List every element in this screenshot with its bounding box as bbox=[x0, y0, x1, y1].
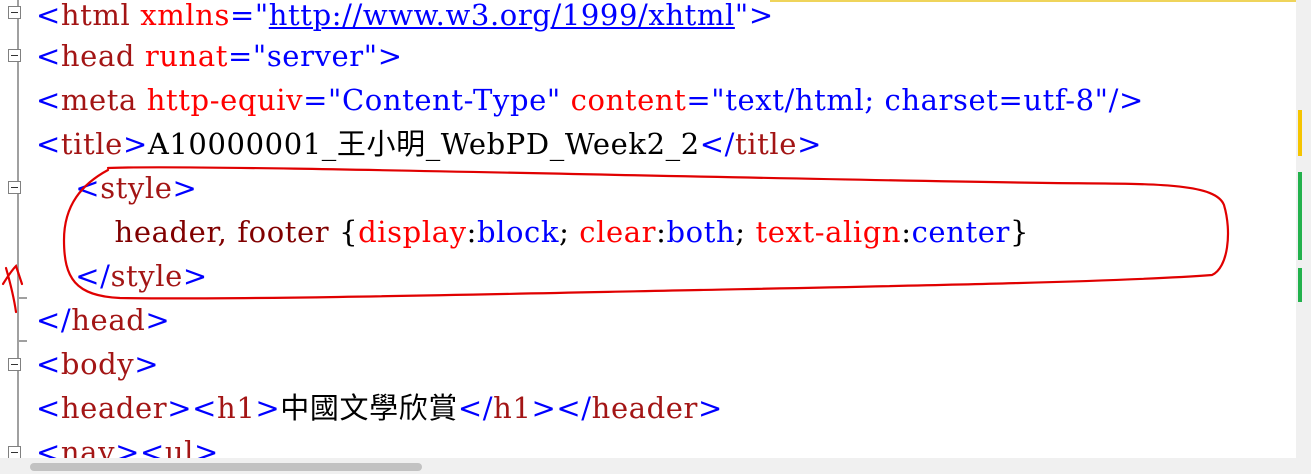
code-token: < bbox=[36, 391, 61, 425]
code-line-html[interactable]: <html xmlns="http://www.w3.org/1999/xhtm… bbox=[36, 0, 774, 37]
code-token: =" bbox=[229, 0, 269, 32]
code-token: > bbox=[145, 303, 171, 337]
code-token: 中國文學欣賞 bbox=[280, 391, 458, 425]
code-token: > bbox=[182, 259, 208, 293]
code-token: : bbox=[466, 215, 477, 249]
code-line-style-close[interactable]: </style> bbox=[36, 254, 208, 298]
code-line-body[interactable]: <body> bbox=[36, 342, 159, 386]
code-token: xmlns bbox=[130, 0, 230, 32]
code-token: text-align bbox=[755, 215, 902, 249]
code-line-style-open[interactable]: <style> bbox=[36, 166, 197, 210]
code-token: < bbox=[75, 171, 101, 205]
code-token: text/html; charset=utf-8 bbox=[725, 83, 1095, 117]
collapse-style-icon[interactable] bbox=[8, 181, 21, 194]
code-token: : bbox=[656, 215, 667, 249]
code-token: > bbox=[797, 127, 822, 161]
code-token: body bbox=[60, 347, 135, 381]
code-token: head bbox=[71, 303, 146, 337]
code-token: meta bbox=[60, 83, 137, 117]
code-token: html bbox=[60, 0, 131, 32]
outline-end-head bbox=[17, 340, 27, 342]
code-token: { bbox=[339, 215, 359, 249]
code-token: Content-Type bbox=[342, 83, 547, 117]
code-token: > bbox=[172, 171, 198, 205]
code-token: " bbox=[546, 83, 561, 117]
code-token: < bbox=[36, 0, 61, 32]
code-token: header bbox=[591, 391, 698, 425]
code-token: : bbox=[901, 215, 912, 249]
code-token: </ bbox=[36, 303, 72, 337]
collapse-html-icon[interactable] bbox=[8, 6, 21, 19]
code-token: </ bbox=[457, 391, 494, 425]
code-line-header[interactable]: <header><h1>中國文學欣賞</h1></header> bbox=[36, 386, 723, 430]
code-token: } bbox=[1009, 215, 1029, 249]
code-token: h1 bbox=[493, 391, 532, 425]
code-token: "/> bbox=[1094, 83, 1144, 117]
code-line-css-rule[interactable]: header, footer {display:block; clear:bot… bbox=[36, 210, 1029, 254]
unsaved-change-marker bbox=[1298, 110, 1302, 156]
outline-end-style bbox=[17, 297, 27, 299]
code-editor[interactable]: <html xmlns="http://www.w3.org/1999/xhtm… bbox=[0, 0, 1296, 458]
code-token: content bbox=[560, 83, 687, 117]
code-token: > bbox=[255, 391, 281, 425]
code-token: > bbox=[134, 347, 160, 381]
saved-change-marker-2 bbox=[1298, 268, 1302, 302]
code-token: title bbox=[735, 127, 798, 161]
collapse-nav-icon[interactable] bbox=[8, 446, 21, 458]
code-token: display bbox=[358, 215, 467, 249]
code-token: < bbox=[36, 83, 61, 117]
collapse-head-icon[interactable] bbox=[8, 49, 21, 62]
code-token: "> bbox=[363, 39, 403, 73]
code-token: title bbox=[60, 127, 123, 161]
code-token: </ bbox=[699, 127, 736, 161]
code-token: ></ bbox=[531, 391, 592, 425]
code-token: h1 bbox=[217, 391, 256, 425]
code-token: </ bbox=[75, 259, 111, 293]
code-token: < bbox=[36, 127, 61, 161]
code-line-head[interactable]: <head runat="server"> bbox=[36, 34, 403, 78]
code-token: ; bbox=[735, 215, 756, 249]
code-token: http-equiv bbox=[136, 83, 304, 117]
code-token: style bbox=[100, 171, 173, 205]
collapse-body-icon[interactable] bbox=[8, 358, 21, 371]
code-token: header, footer bbox=[114, 215, 340, 249]
code-token: < bbox=[36, 347, 61, 381]
code-token: A10000001_王小明_WebPD_Week2_2 bbox=[147, 127, 700, 161]
code-token: =" bbox=[227, 39, 267, 73]
code-token: server bbox=[266, 39, 364, 73]
code-token: runat bbox=[135, 39, 228, 73]
code-token: > bbox=[122, 127, 148, 161]
code-token: > bbox=[194, 435, 219, 458]
code-token: both bbox=[666, 215, 736, 249]
code-token: >< bbox=[115, 435, 165, 458]
code-token: http://www.w3.org/1999/xhtml bbox=[268, 0, 735, 32]
code-token: >< bbox=[167, 391, 218, 425]
code-token: > bbox=[698, 391, 723, 425]
code-token: < bbox=[36, 435, 61, 458]
code-line-nav[interactable]: <nav><ul> bbox=[36, 430, 219, 458]
code-token: ; bbox=[559, 215, 580, 249]
code-token: block bbox=[476, 215, 560, 249]
code-token: < bbox=[36, 39, 61, 73]
code-token: head bbox=[60, 39, 135, 73]
code-token: ul bbox=[164, 435, 195, 458]
code-token: =" bbox=[686, 83, 726, 117]
code-line-meta[interactable]: <meta http-equiv="Content-Type" content=… bbox=[36, 78, 1144, 122]
code-line-head-close[interactable]: </head> bbox=[36, 298, 170, 342]
horizontal-scroll-thumb[interactable] bbox=[30, 463, 422, 471]
code-line-title[interactable]: <title>A10000001_王小明_WebPD_Week2_2</titl… bbox=[36, 122, 822, 166]
code-token: center bbox=[911, 215, 1010, 249]
code-token: =" bbox=[303, 83, 342, 117]
code-token: style bbox=[110, 259, 183, 293]
code-token: "> bbox=[734, 0, 774, 32]
code-token: header bbox=[60, 391, 168, 425]
code-token: nav bbox=[60, 435, 116, 458]
code-token: clear bbox=[579, 215, 657, 249]
editor-top-highlight bbox=[770, 0, 1296, 2]
saved-change-marker bbox=[1298, 172, 1302, 260]
outline-gutter bbox=[17, 0, 19, 458]
